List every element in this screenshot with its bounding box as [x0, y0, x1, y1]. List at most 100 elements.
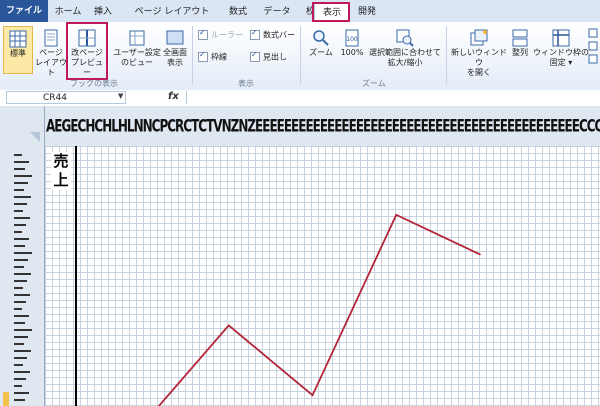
tab-developer[interactable]: 開発 — [354, 3, 380, 22]
name-box-dropdown-icon[interactable]: ▼ — [118, 92, 123, 100]
fx-icon[interactable]: fx — [168, 91, 179, 102]
row-headers[interactable] — [0, 146, 45, 406]
new-window-label-2: を開く — [467, 68, 491, 77]
gridlines-checkbox[interactable]: 枠線 — [198, 50, 227, 63]
freeze-panes-label-1: ウィンドウ枠の — [533, 48, 589, 57]
separator — [446, 26, 447, 84]
page-break-preview-highlight — [66, 22, 108, 80]
data-point — [311, 394, 314, 397]
zoom-group-label: ズーム — [362, 79, 386, 88]
column-header-labels[interactable]: AEGECHCHLHLNNCPCRCTCTVNZNZEEEEEEEEEEEEEE… — [46, 116, 600, 136]
row-header-label — [14, 287, 23, 289]
formula-bar-checkbox[interactable]: 数式バー — [250, 28, 295, 41]
row-header-label — [14, 210, 23, 212]
separator — [300, 26, 301, 84]
headings-checkbox[interactable]: 見出し — [250, 50, 287, 63]
row-header-label — [14, 203, 27, 205]
tab-file[interactable]: ファイル — [0, 0, 48, 22]
row-header-label — [14, 364, 23, 366]
formula-input[interactable] — [186, 91, 599, 104]
freeze-panes-label-2: 固定 ▾ — [549, 58, 573, 67]
row-header-label — [14, 231, 22, 233]
normal-view-label: 標準 — [10, 49, 26, 58]
row-header-label — [14, 280, 27, 282]
ruler-label: ルーラー — [211, 30, 243, 40]
row-header-label — [14, 217, 30, 219]
row-header-label — [14, 378, 26, 380]
window-more-icon[interactable] — [588, 28, 598, 71]
row-header-label — [14, 182, 28, 184]
worksheet-grid[interactable]: 売 上 — [45, 146, 600, 406]
series-line — [157, 213, 481, 406]
row-header-label — [14, 266, 24, 268]
row-header-label — [14, 392, 29, 394]
custom-views-label-2: のビュー — [121, 58, 153, 67]
freeze-panes-icon — [552, 29, 570, 47]
tab-insert[interactable]: 挿入 — [90, 3, 116, 22]
custom-views-button[interactable]: ユーザー設定 のビュー — [112, 26, 162, 68]
magnifier-icon — [312, 29, 330, 47]
zoom-100-label: 100% — [340, 48, 364, 57]
zoom-to-selection-button[interactable]: 選択範囲に合わせて 拡大/縮小 — [366, 26, 444, 68]
zoom-label: ズーム — [309, 48, 333, 57]
row-header-label — [14, 168, 25, 170]
row-header-marker — [3, 392, 9, 406]
row-header-label — [14, 301, 26, 303]
row-header-label — [14, 315, 29, 317]
arrange-icon — [511, 29, 529, 47]
page-layout-button[interactable]: ページ レイアウト — [34, 26, 68, 78]
column-headers: AEGECHCHLHLNNCPCRCTCTVNZNZEEEEEEEEEEEEEE… — [0, 106, 600, 147]
row-header-label — [14, 259, 28, 261]
data-point — [395, 214, 398, 216]
row-header-label — [14, 196, 31, 198]
row-header-label — [14, 175, 32, 177]
page-100-icon: 100 — [343, 29, 361, 47]
page-layout-label-1: ページ — [39, 48, 63, 57]
line-chart — [157, 213, 481, 406]
new-window-label-1: 新しいウィンドウ — [451, 48, 507, 67]
row-header-label — [14, 245, 25, 247]
tab-page-layout[interactable]: ページ レイアウト — [126, 3, 218, 22]
row-header-label — [14, 224, 26, 226]
formula-bar-check-icon — [250, 28, 260, 40]
headings-label: 見出し — [263, 52, 287, 62]
custom-views-icon — [128, 29, 146, 47]
full-screen-button[interactable]: 全画面 表示 — [162, 26, 188, 68]
row-header-label — [14, 329, 32, 331]
formula-bar-label: 数式バー — [263, 30, 295, 40]
arrange-label: 整列 — [512, 48, 528, 57]
row-header-label — [14, 273, 31, 275]
row-header-label — [14, 189, 24, 191]
tab-data[interactable]: データ — [260, 3, 294, 22]
select-all-corner[interactable] — [0, 106, 45, 146]
arrange-button[interactable]: 整列 — [508, 26, 532, 58]
zoom-button[interactable]: ズーム — [306, 26, 336, 58]
zoom-100-button[interactable]: 100 100% — [338, 26, 366, 58]
normal-view-button[interactable]: 標準 — [3, 26, 33, 74]
tab-home[interactable]: ホーム — [50, 3, 86, 22]
separator — [192, 26, 193, 84]
tab-formulas[interactable]: 数式 — [225, 3, 251, 22]
ruler-checkbox[interactable]: ルーラー — [198, 28, 243, 41]
ribbon-view: 標準 ページ レイアウト 改ページ プレビュー ユーザー設定 のビュー 全画面 … — [0, 22, 600, 91]
new-window-button[interactable]: 新しいウィンドウ を開く — [448, 26, 510, 78]
row-header-label — [14, 322, 25, 324]
gridlines-check-icon — [198, 50, 208, 62]
row-header-label — [14, 308, 22, 310]
full-screen-icon — [166, 29, 184, 47]
new-window-icon — [470, 29, 488, 47]
freeze-panes-button[interactable]: ウィンドウ枠の 固定 ▾ — [532, 26, 590, 68]
workbook-views-group-label: ブックの表示 — [70, 79, 118, 88]
zoom-selection-label-2: 拡大/縮小 — [387, 58, 423, 67]
row-header-label — [14, 399, 25, 401]
row-header-label — [14, 385, 22, 387]
zoom-selection-label-1: 選択範囲に合わせて — [369, 48, 441, 57]
formula-bar: CR44 ▼ fx — [0, 90, 600, 107]
name-box[interactable]: CR44 — [6, 91, 126, 104]
full-screen-label-2: 表示 — [167, 58, 183, 67]
zoom-selection-icon — [396, 29, 414, 47]
row-header-label — [14, 161, 29, 163]
ribbon-tab-bar: ファイル ホーム 挿入 ページ レイアウト 数式 データ 校閲 表示 開発 — [0, 0, 600, 23]
custom-views-label-1: ユーザー設定 — [113, 48, 161, 57]
show-group-label: 表示 — [238, 79, 254, 88]
